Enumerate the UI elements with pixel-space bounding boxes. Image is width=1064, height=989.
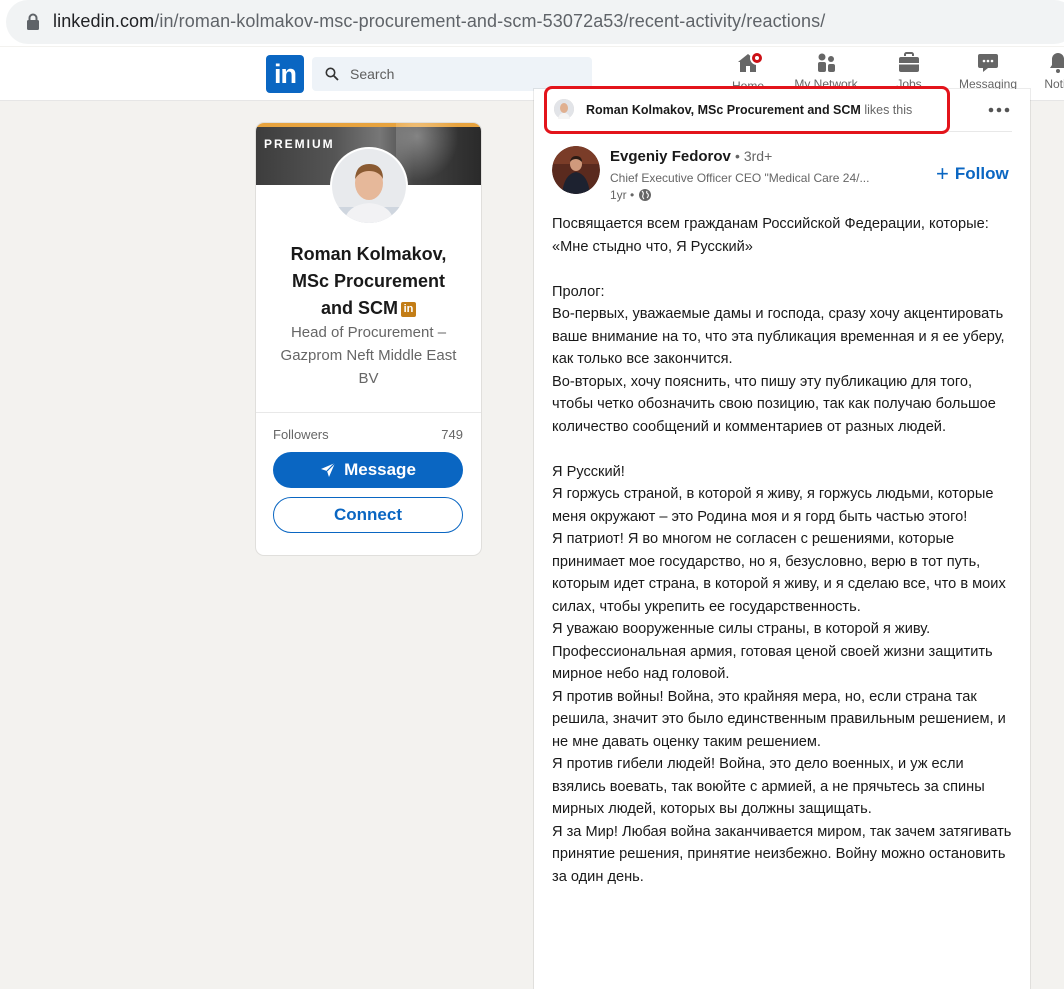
more-options-icon[interactable]	[986, 103, 1012, 117]
url-path: /in/roman-kolmakov-msc-procurement-and-s…	[154, 11, 826, 31]
activity-text: Roman Kolmakov, MSc Procurement and SCM …	[586, 103, 912, 117]
url-host: linkedin.com	[53, 11, 155, 31]
plus-icon: +	[936, 161, 949, 186]
send-icon	[321, 462, 336, 477]
post-paragraph: Я против войны! Война, это крайняя мера,…	[552, 688, 1006, 750]
message-button[interactable]: Message	[273, 452, 463, 488]
actor-avatar[interactable]	[554, 99, 574, 119]
linkedin-logo[interactable]: in	[266, 55, 304, 93]
author-name-text: Evgeniy Fedorov	[610, 148, 731, 165]
connection-degree: • 3rd+	[735, 148, 773, 164]
premium-in-badge: in	[401, 301, 416, 317]
post-paragraph: Я Русский!	[552, 463, 625, 480]
lock-icon[interactable]	[26, 13, 40, 31]
browser-url-bar: linkedin.com/in/roman-kolmakov-msc-procu…	[0, 0, 1064, 46]
author-name[interactable]: Evgeniy Fedorov • 3rd+	[610, 148, 772, 165]
notification-badge	[750, 51, 764, 65]
nav-notifications[interactable]: Notifi	[1028, 51, 1064, 99]
premium-label: PREMIUM	[264, 137, 335, 151]
author-photo	[552, 146, 600, 194]
followers-label: Followers	[273, 427, 329, 442]
chat-icon	[978, 54, 998, 72]
actor-photo	[554, 99, 574, 119]
author-avatar[interactable]	[552, 146, 600, 194]
briefcase-icon	[899, 52, 919, 72]
author-title: Chief Executive Officer CEO "Medical Car…	[610, 171, 870, 185]
url-text[interactable]: linkedin.com/in/roman-kolmakov-msc-procu…	[53, 11, 825, 32]
search-icon	[325, 67, 339, 81]
profile-name[interactable]: Roman Kolmakov, MSc Procurement and SCM i…	[256, 241, 481, 322]
post-paragraph: Пролог:	[552, 283, 605, 300]
post-paragraph: Я горжусь страной, в которой я живу, я г…	[552, 486, 994, 525]
message-button-label: Message	[344, 460, 416, 479]
post-paragraph: «Мне стыдно что, Я Русский»	[552, 238, 753, 255]
follow-button[interactable]: + Follow	[936, 163, 1009, 185]
profile-photo	[332, 149, 406, 223]
post-time: 1yr •	[610, 188, 652, 202]
profile-name-text: Roman Kolmakov, MSc Procurement and SCM	[290, 244, 447, 318]
search-box[interactable]	[312, 57, 592, 91]
search-input[interactable]	[350, 57, 580, 91]
nav-notifications-label: Notifi	[1044, 77, 1064, 91]
post-body: Посвящается всем гражданам Российской Фе…	[552, 213, 1012, 888]
post-paragraph: Я против гибели людей! Война, это дело в…	[552, 756, 985, 817]
followers-count: 749	[441, 427, 463, 442]
connect-button[interactable]: Connect	[273, 497, 463, 533]
follow-button-label: Follow	[954, 164, 1009, 183]
post-paragraph: Во-вторых, хочу пояснить, что пишу эту п…	[552, 373, 996, 435]
activity-suffix: likes this	[864, 103, 913, 117]
globe-icon	[639, 189, 652, 201]
profile-avatar[interactable]	[330, 147, 408, 225]
post-paragraph: Я за Мир! Любая война заканчивается миро…	[552, 823, 1012, 885]
post-paragraph: Во-первых, уважаемые дамы и господа, сра…	[552, 306, 1005, 367]
bell-icon	[1050, 53, 1064, 73]
people-icon	[818, 53, 835, 72]
address-bar[interactable]: linkedin.com/in/roman-kolmakov-msc-procu…	[6, 0, 1064, 44]
divider	[552, 131, 1012, 132]
divider	[256, 412, 481, 413]
post-time-text: 1yr •	[610, 188, 635, 202]
activity-header: Roman Kolmakov, MSc Procurement and SCM …	[534, 89, 1030, 131]
profile-headline: Head of Procurement – Gazprom Neft Middl…	[280, 324, 457, 387]
feed-post: Roman Kolmakov, MSc Procurement and SCM …	[534, 89, 1030, 989]
post-paragraph: Я уважаю вооруженные силы страны, в кото…	[552, 621, 993, 682]
activity-actor[interactable]: Roman Kolmakov, MSc Procurement and SCM	[586, 103, 861, 117]
post-paragraph: Я патриот! Я во многом не согласен с реш…	[552, 531, 1006, 615]
post-paragraph: Посвящается всем гражданам Российской Фе…	[552, 216, 989, 232]
profile-card: PREMIUM Roman Kolmakov, MSc Procurement …	[256, 123, 481, 555]
